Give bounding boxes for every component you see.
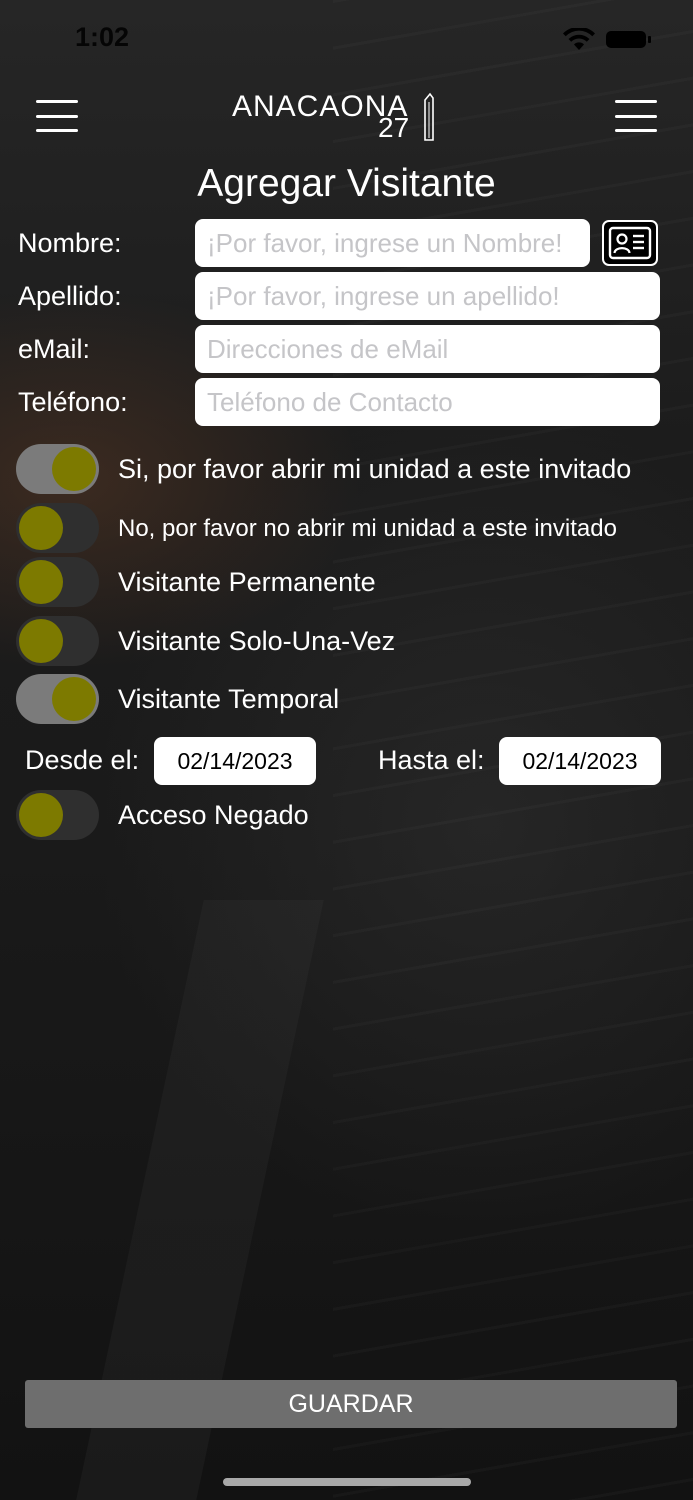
toggle-access-denied[interactable]: [16, 790, 99, 840]
toggle-knob: [19, 506, 63, 550]
email-input[interactable]: [195, 325, 660, 373]
nombre-input[interactable]: [195, 219, 590, 267]
toggle-temporary-visitor-label: Visitante Temporal: [118, 684, 340, 714]
toggle-knob: [19, 560, 63, 604]
toggle-one-time-visitor[interactable]: [16, 616, 99, 666]
toggle-temporary-visitor[interactable]: [16, 674, 99, 724]
menu-right-button[interactable]: [615, 100, 657, 132]
logo-number: 27: [378, 112, 410, 143]
apellido-input[interactable]: [195, 272, 660, 320]
toggle-permanent-visitor[interactable]: [16, 557, 99, 607]
hamburger-menu-icon: [36, 100, 78, 103]
telefono-input[interactable]: [195, 378, 660, 426]
toggle-open-unit[interactable]: [16, 444, 99, 494]
toggle-access-denied-label: Acceso Negado: [118, 800, 309, 830]
status-time: 1:02: [75, 22, 130, 52]
home-indicator: [223, 1478, 471, 1486]
toggle-knob: [52, 677, 96, 721]
telefono-label: Teléfono:: [18, 387, 128, 417]
toggle-do-not-open-unit-label: No, por favor no abrir mi unidad a este …: [118, 515, 617, 542]
battery-icon: [606, 31, 651, 48]
app-logo: ANACAONA 27: [232, 90, 442, 145]
menu-left-button[interactable]: [36, 100, 78, 132]
save-button[interactable]: GUARDAR: [25, 1380, 677, 1428]
to-date-label: Hasta el:: [378, 745, 485, 775]
status-bar: 1:02: [0, 0, 693, 80]
page-title: Agregar Visitante: [197, 162, 496, 205]
from-date-label: Desde el:: [25, 745, 140, 775]
to-date-picker[interactable]: 02/14/2023: [499, 737, 661, 785]
toggle-permanent-visitor-label: Visitante Permanente: [118, 567, 376, 597]
toggle-open-unit-label: Si, por favor abrir mi unidad a este inv…: [118, 454, 632, 484]
toggle-one-time-visitor-label: Visitante Solo-Una-Vez: [118, 626, 396, 656]
hamburger-menu-icon: [615, 100, 657, 103]
nombre-label: Nombre:: [18, 228, 122, 258]
apellido-label: Apellido:: [18, 281, 122, 311]
contact-card-button[interactable]: [602, 220, 658, 266]
toggle-knob: [19, 619, 63, 663]
from-date-picker[interactable]: 02/14/2023: [154, 737, 316, 785]
contact-card-icon: [608, 226, 652, 260]
wifi-icon: [563, 28, 595, 50]
toggle-do-not-open-unit[interactable]: [16, 503, 99, 553]
toggle-knob: [52, 447, 96, 491]
logo-tower-icon: [424, 92, 434, 141]
toggle-knob: [19, 793, 63, 837]
email-label: eMail:: [18, 334, 91, 364]
